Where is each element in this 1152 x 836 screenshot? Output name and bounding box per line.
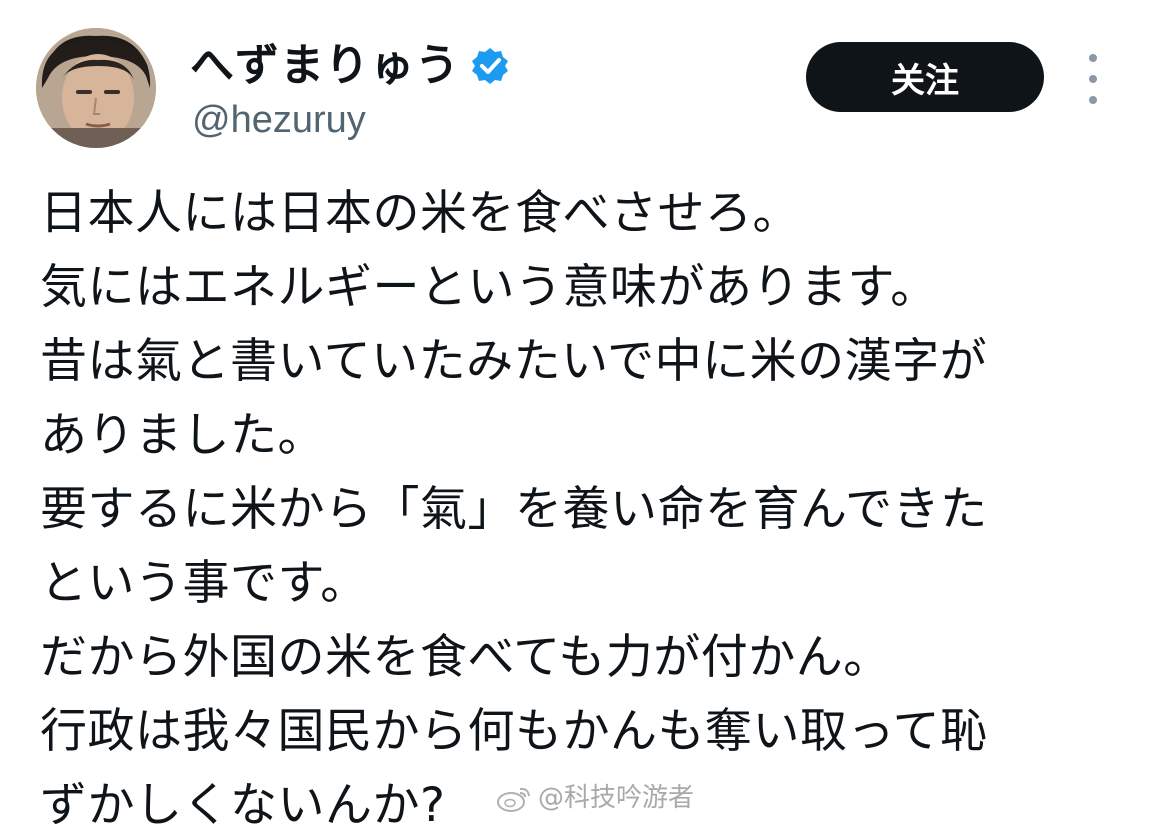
watermark-text: @科技吟游者 (538, 783, 695, 813)
verified-badge-icon (470, 46, 510, 86)
watermark: @科技吟游者 (496, 780, 694, 816)
tweet-line: という事です。 (40, 556, 368, 611)
profile-name-row: へずまりゅう (190, 40, 510, 92)
avatar[interactable] (36, 28, 156, 148)
tweet-line: 気にはエネルギーという意味があります。 (40, 260, 938, 315)
weibo-logo-icon (496, 783, 532, 813)
user-handle[interactable]: @hezuruy (192, 98, 366, 142)
tweet-text: 日本人には日本の米を食べさせろ。 気にはエネルギーという意味があります。 昔は氣… (40, 184, 1140, 836)
avatar-photo (36, 28, 156, 148)
tweet-line: 昔は氣と書いていたみたいで中に米の漢字が (40, 334, 988, 389)
tweet-line: 日本人には日本の米を食べさせろ。 (40, 186, 800, 241)
more-dot (1089, 75, 1097, 83)
tweet-line: ありました。 (40, 408, 325, 463)
display-name[interactable]: へずまりゅう (190, 40, 460, 92)
tweet-line: だから外国の米を食べても力が付かん。 (40, 630, 891, 685)
tweet-line: 要するに米から「氣」を養い命を育んできた (40, 482, 988, 537)
follow-button[interactable]: 关注 (806, 42, 1044, 112)
more-dot (1089, 96, 1097, 104)
more-dot (1089, 54, 1097, 62)
more-vertical-icon[interactable] (1076, 54, 1110, 104)
tweet-line: 行政は我々国民から何もかんも奪い取って恥 (40, 704, 988, 759)
